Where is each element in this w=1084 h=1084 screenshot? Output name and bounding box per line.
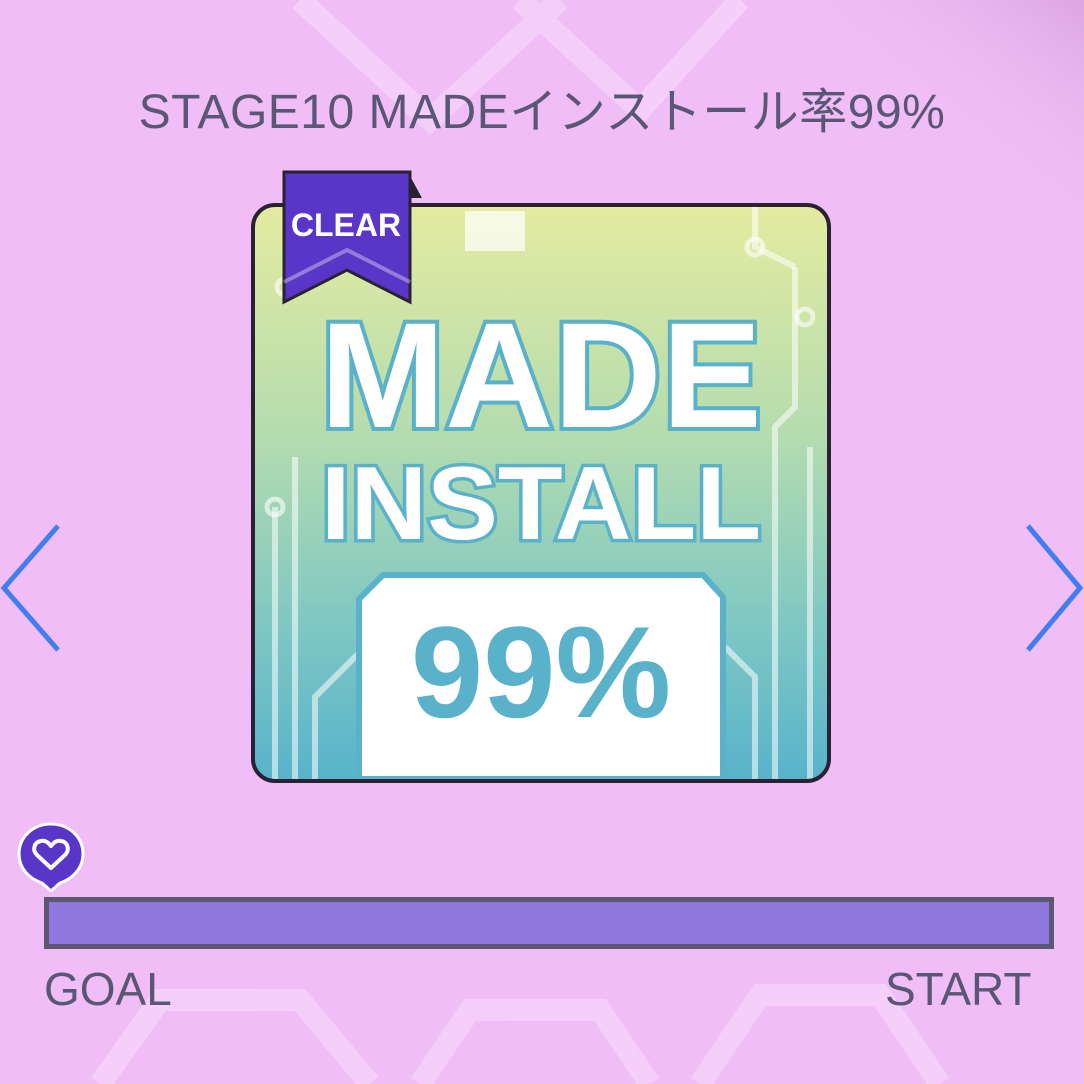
artwork-percent-text: 99% [411,599,671,745]
clear-badge-label: CLEAR [290,207,402,243]
heart-pin-icon [17,822,85,892]
start-label: START [885,963,1032,1015]
artwork-install-text: INSTALL [321,446,761,562]
chevron-left-icon[interactable] [0,520,70,660]
goal-label: GOAL [44,963,172,1015]
artwork-made-text: MADE [320,291,762,459]
stage-title: STAGE10 MADEインストール率99% [138,86,946,139]
chevron-right-icon[interactable] [1014,520,1084,660]
progress-fill [49,902,1049,944]
stage-progress-bar [44,897,1054,949]
